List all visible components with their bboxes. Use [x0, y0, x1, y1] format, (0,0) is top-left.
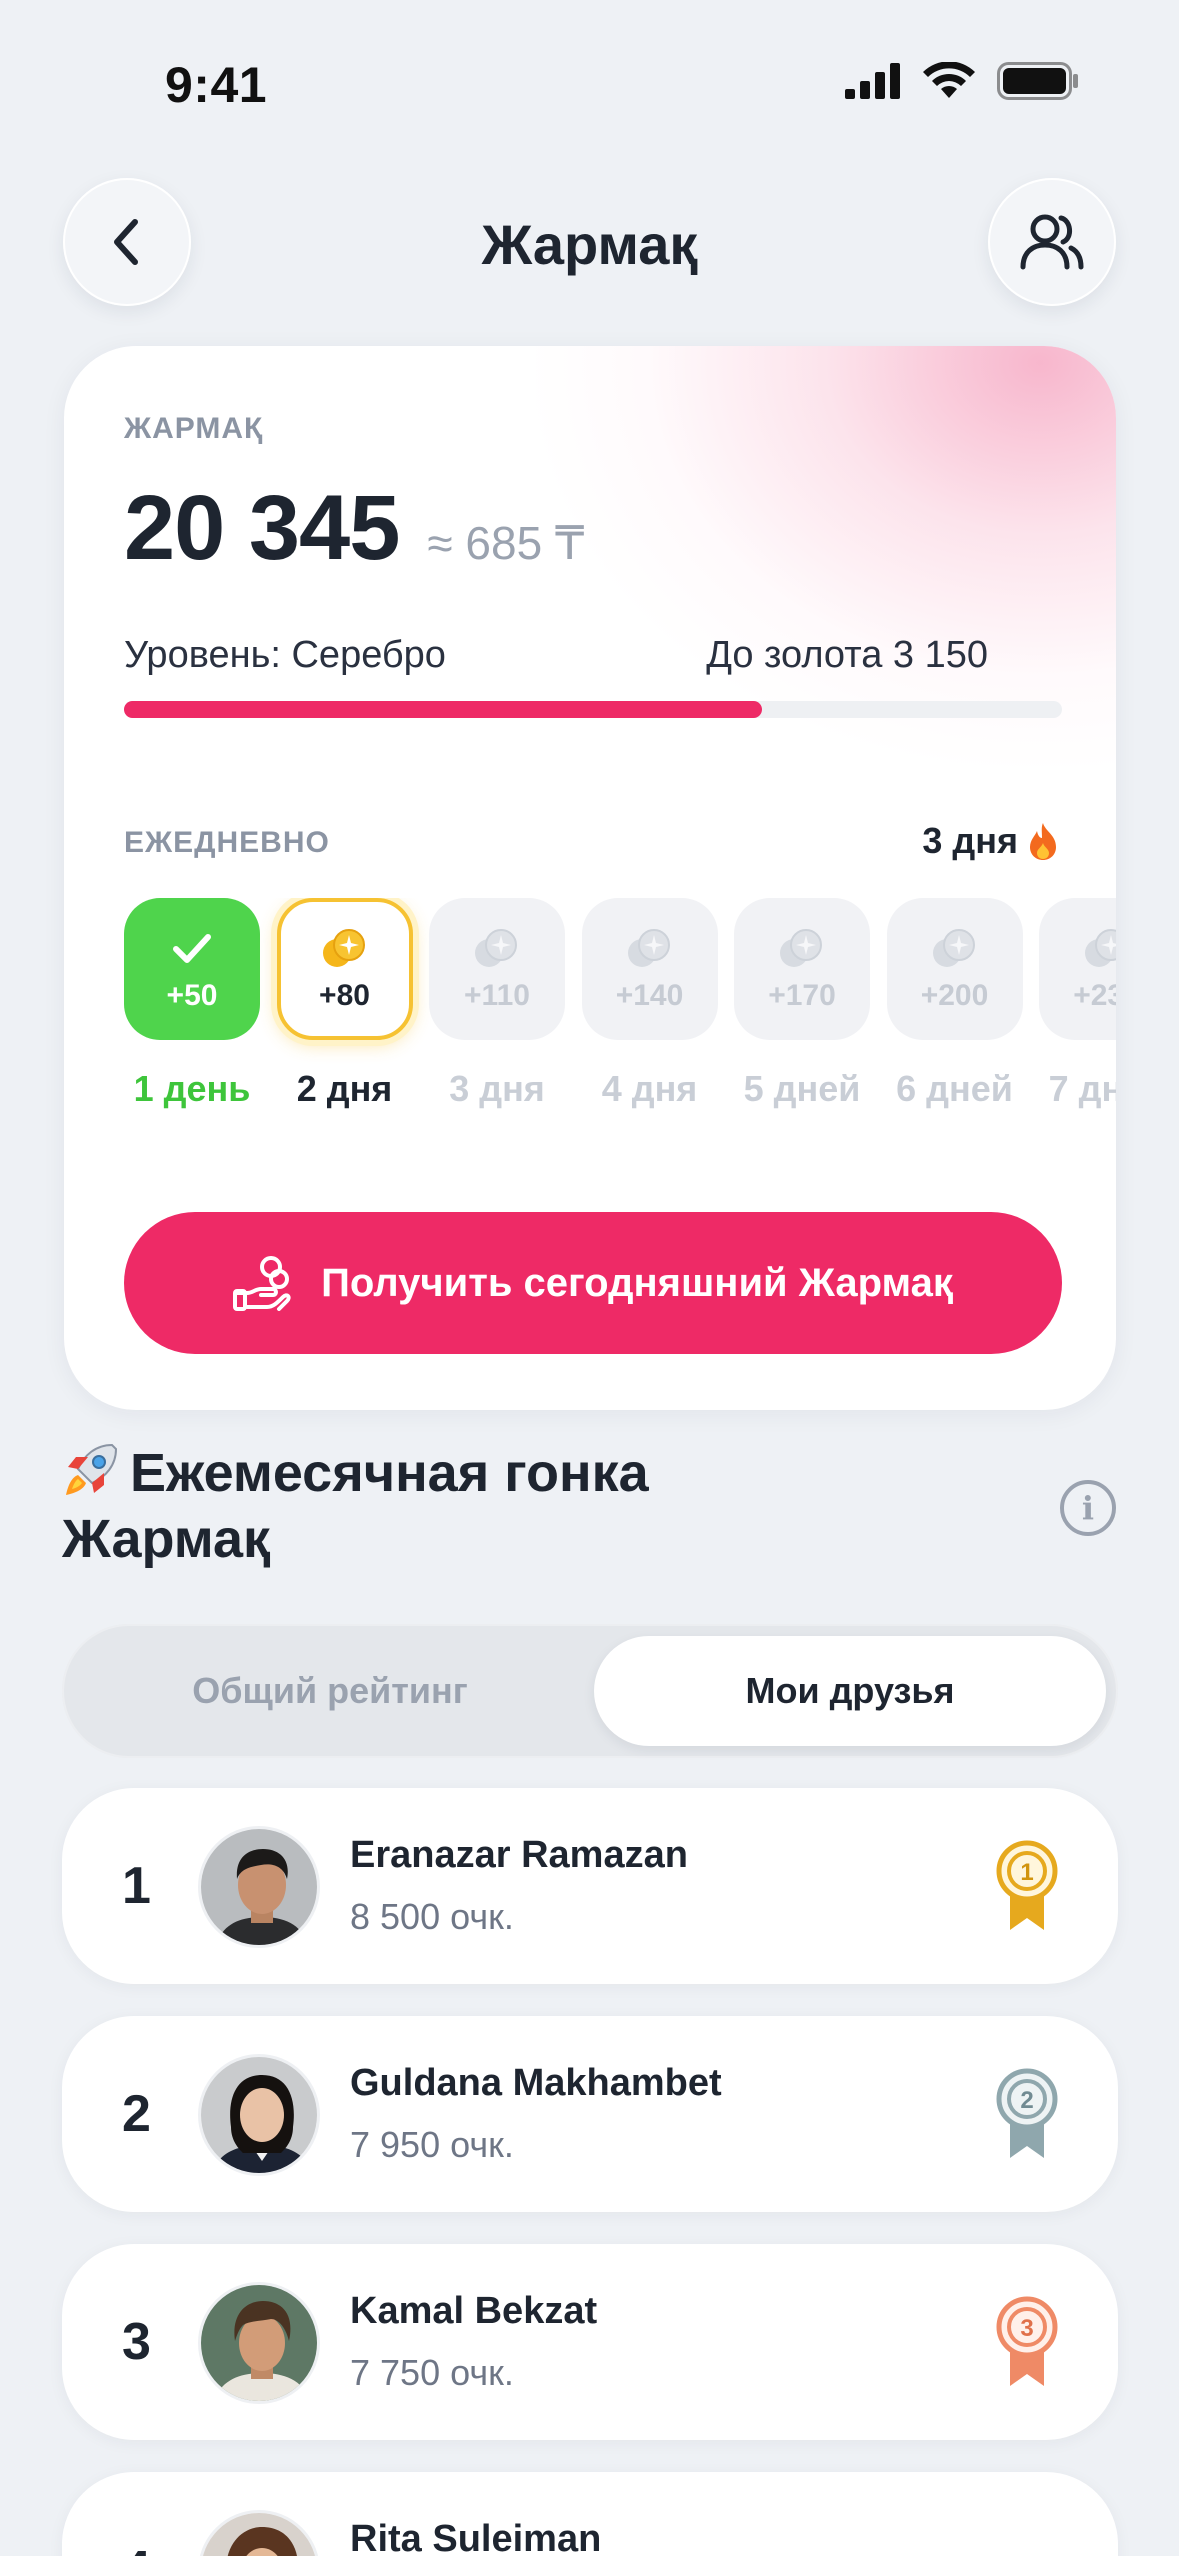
svg-text:2: 2 — [1020, 2087, 1033, 2114]
daily-reward-tile: +110 — [429, 898, 565, 1040]
streak-label: 3 дня — [922, 820, 1018, 861]
user-name: Rita Suleiman — [350, 2518, 602, 2556]
daily-reward-6: +200 6 дней — [886, 898, 1023, 1110]
daily-reward-5: +170 5 дней — [734, 898, 870, 1110]
rocket-icon — [66, 1443, 118, 1495]
daily-reward-4: +140 4 дня — [581, 898, 718, 1110]
bronze-medal-icon: 3 — [996, 2296, 1058, 2386]
info-icon: i — [1081, 1489, 1095, 1527]
balance-caption: ЖАРМАҚ — [124, 412, 264, 445]
daily-reward-tile: +50 — [124, 898, 260, 1040]
daily-reward-value: +110 — [464, 979, 530, 1012]
user-score: 7 950 очк. — [350, 2124, 514, 2165]
coins-icon — [780, 929, 822, 967]
user-score: 7 750 очк. — [350, 2352, 514, 2393]
avatar — [198, 1826, 320, 1948]
fire-icon — [1030, 823, 1056, 860]
balance-card: ЖАРМАҚ 20 345 ≈ 685 ₸ Уровень: Серебро Д… — [64, 346, 1116, 1410]
hand-coins-icon — [233, 1256, 291, 1311]
level-row: Уровень: Серебро До золота 3 150 — [124, 634, 988, 677]
leaderboard-row[interactable]: 1 Eranazar Ramazan 8 500 очк. 1 — [62, 1788, 1118, 1984]
avatar — [198, 2054, 320, 2176]
friends-button[interactable] — [988, 178, 1116, 306]
daily-reward-3: +110 3 дня — [429, 898, 565, 1110]
claim-daily-button[interactable]: Получить сегодняшний Жармақ — [124, 1212, 1062, 1354]
daily-reward-tile: +80 — [276, 898, 413, 1040]
svg-text:1: 1 — [1020, 1859, 1033, 1886]
tab-my-friends[interactable]: Мои друзья — [594, 1636, 1106, 1746]
rank-number: 1 — [122, 1857, 151, 1915]
user-score: 8 500 очк. — [350, 1896, 514, 1937]
daily-reward-value: +50 — [166, 979, 218, 1012]
daily-reward-value: +200 — [920, 979, 989, 1012]
status-icons — [845, 62, 1079, 100]
leaderboard-row[interactable]: 3 Kamal Bekzat 7 750 очк. 3 — [62, 2244, 1118, 2440]
rank-number: 2 — [122, 2085, 151, 2143]
race-title: Ежемесячная гонка Жармақ — [62, 1440, 782, 1572]
rank-number: 3 — [122, 2313, 151, 2371]
tab-overall-rating[interactable]: Общий рейтинг — [74, 1636, 586, 1746]
balance-approx: ≈ 685 ₸ — [427, 517, 585, 569]
next-level-label: До золота 3 150 — [706, 634, 988, 676]
daily-reward-label: 3 дня — [449, 1068, 545, 1109]
daily-reward-tile: +200 — [886, 898, 1023, 1040]
daily-reward-tile: +230 — [1039, 898, 1116, 1040]
wifi-icon — [923, 62, 975, 98]
level-progress-bar — [124, 701, 1062, 718]
level-progress-fill — [124, 701, 762, 718]
daily-reward-label: 1 день — [133, 1068, 251, 1109]
gold-medal-icon: 1 — [996, 1840, 1058, 1930]
daily-reward-tile: +170 — [734, 898, 870, 1040]
daily-reward-tile: +140 — [581, 898, 718, 1040]
leaderboard-row[interactable]: 2 Guldana Makhambet 7 950 очк. 2 — [62, 2016, 1118, 2212]
users-icon — [1020, 214, 1084, 270]
balance-value: 20 345 — [124, 477, 400, 579]
daily-reward-value: +80 — [319, 979, 370, 1012]
coins-icon — [932, 929, 975, 967]
daily-caption: ЕЖЕДНЕВНО — [124, 826, 330, 859]
daily-reward-label: 6 дней — [896, 1068, 1013, 1109]
daily-reward-7: +230 7 дней — [1039, 898, 1116, 1110]
avatar — [198, 2510, 320, 2556]
daily-rewards-row: +50 1 день +80 2 дня +110 3 дня +140 4 дня +170 5… — [124, 898, 1116, 1128]
daily-reward-label: 5 дней — [743, 1068, 861, 1109]
daily-reward-value: +140 — [615, 979, 684, 1012]
avatar — [198, 2282, 320, 2404]
race-title-text: Ежемесячная гонка Жармақ — [62, 1443, 649, 1569]
coins-icon — [475, 929, 517, 967]
cellular-signal-icon — [845, 63, 900, 99]
balance: 20 345 ≈ 685 ₸ — [124, 476, 584, 581]
daily-reward-1: +50 1 день — [124, 898, 260, 1110]
claim-daily-label: Получить сегодняшний Жармақ — [321, 1260, 953, 1305]
daily-reward-value: +230 — [1073, 979, 1116, 1012]
rating-tabs: Общий рейтинг Мои друзья — [62, 1624, 1118, 1758]
daily-reward-label: 4 дня — [601, 1068, 698, 1109]
rank-number: 4 — [122, 2472, 151, 2556]
daily-reward-label: 2 дня — [296, 1068, 393, 1109]
user-name: Eranazar Ramazan — [350, 1834, 688, 1876]
coins-icon — [322, 929, 365, 967]
checkmark-icon — [173, 934, 211, 963]
streak-counter: 3 дня — [922, 820, 1060, 862]
coins-icon — [1085, 929, 1116, 967]
user-name: Guldana Makhambet — [350, 2062, 722, 2104]
daily-reward-2[interactable]: +80 2 дня — [276, 898, 413, 1110]
battery-icon — [997, 62, 1078, 100]
user-name: Kamal Bekzat — [350, 2290, 598, 2332]
daily-reward-value: +170 — [768, 979, 836, 1012]
daily-reward-label: 7 дней — [1048, 1068, 1116, 1109]
silver-medal-icon: 2 — [996, 2068, 1058, 2158]
leaderboard-row[interactable]: 4 Rita Suleiman — [62, 2472, 1118, 2556]
status-time: 9:41 — [165, 57, 268, 113]
info-button[interactable]: i — [1060, 1480, 1116, 1536]
svg-text:3: 3 — [1020, 2315, 1033, 2342]
level-label: Уровень: Серебро — [124, 634, 446, 676]
coins-icon — [627, 929, 670, 967]
